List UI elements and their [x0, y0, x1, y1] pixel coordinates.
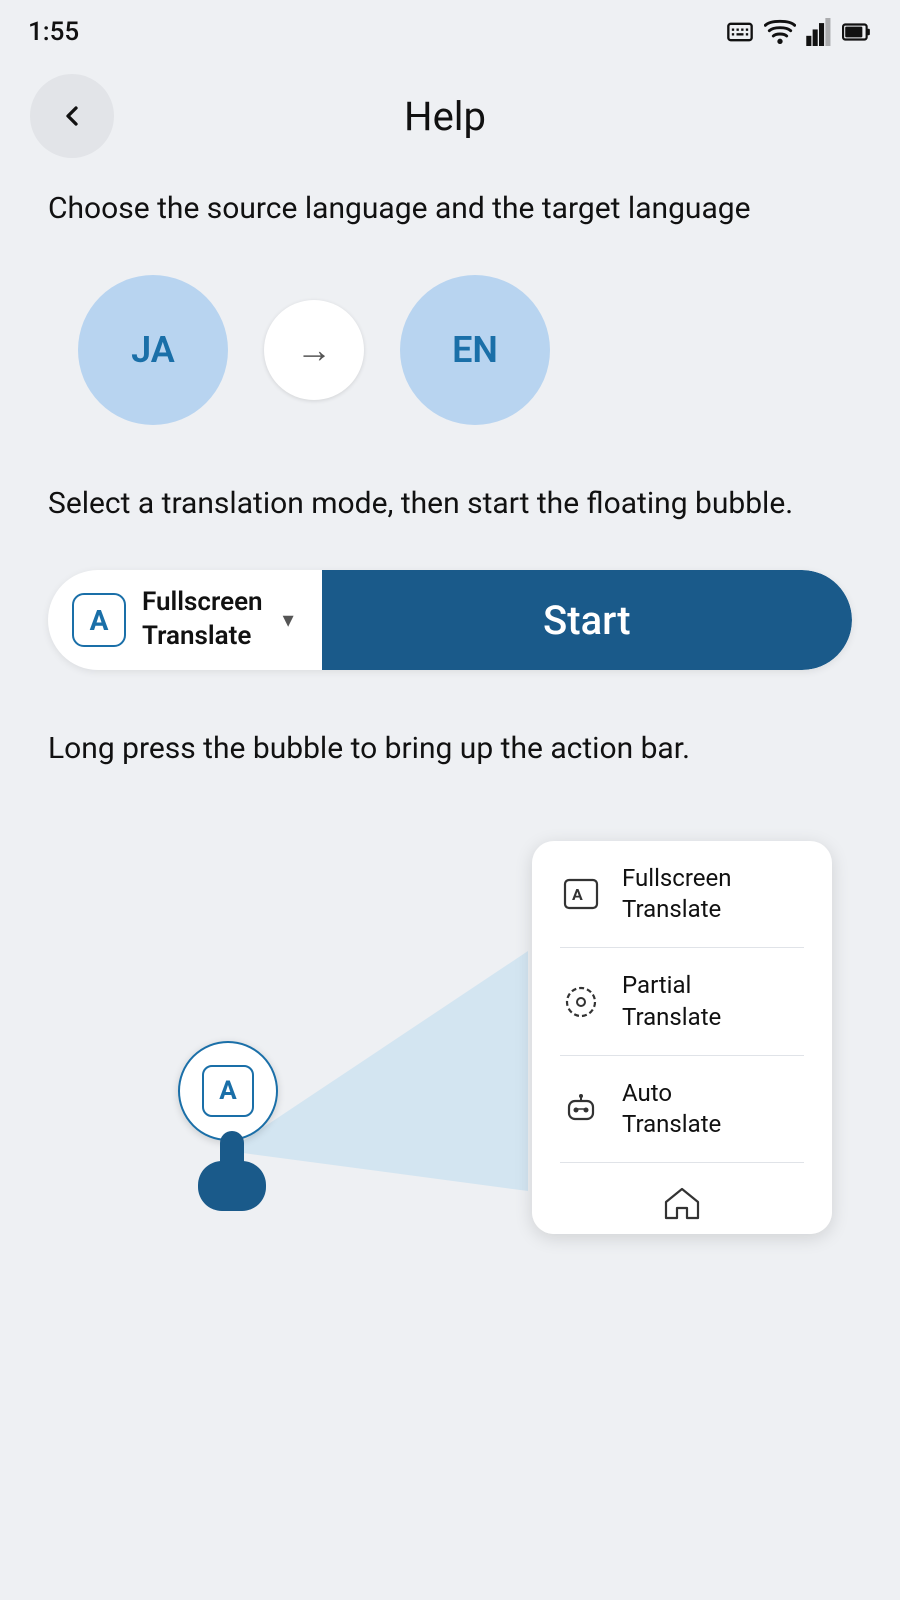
target-language-circle[interactable]: EN	[400, 275, 550, 425]
bubble-button[interactable]: A	[178, 1041, 278, 1141]
start-button[interactable]: Start	[322, 570, 852, 670]
status-icons	[726, 18, 872, 46]
dropdown-arrow: ▾	[283, 608, 294, 633]
action-label-auto-1: Auto	[622, 1078, 721, 1109]
source-language-circle[interactable]: JA	[78, 275, 228, 425]
action-item-auto[interactable]: Auto Translate	[532, 1056, 832, 1162]
illustration-area: A A Fullscreen Tra	[48, 811, 852, 1291]
mode-label-1: Fullscreen	[142, 586, 263, 620]
partial-translate-icon	[560, 981, 602, 1023]
action-item-fullscreen[interactable]: A Fullscreen Translate	[532, 841, 832, 947]
keyboard-icon	[726, 18, 754, 46]
fullscreen-translate-icon: A	[560, 873, 602, 915]
auto-translate-icon	[560, 1088, 602, 1130]
page-title: Help	[114, 93, 776, 140]
action-label-fullscreen-2: Translate	[622, 894, 731, 925]
mode-label-2: Translate	[142, 620, 263, 654]
home-icon-wrap	[663, 1186, 701, 1220]
action-menu-card: A Fullscreen Translate Part	[532, 841, 832, 1234]
mode-label-group: Fullscreen Translate	[142, 586, 263, 654]
signal-icon	[806, 18, 832, 46]
mode-icon: A	[72, 593, 126, 647]
instruction-2: Select a translation mode, then start th…	[48, 481, 852, 526]
home-icon	[663, 1186, 701, 1220]
home-indicator	[532, 1178, 832, 1234]
partial-translate-label: Partial Translate	[622, 970, 721, 1032]
instruction-1: Choose the source language and the targe…	[48, 186, 852, 231]
language-arrow: →	[264, 300, 364, 400]
action-label-fullscreen-1: Fullscreen	[622, 863, 731, 894]
mode-start-row: A Fullscreen Translate ▾ Start	[48, 570, 852, 670]
touch-icon	[196, 1131, 268, 1239]
instruction-3: Long press the bubble to bring up the ac…	[48, 726, 852, 771]
fullscreen-translate-label: Fullscreen Translate	[622, 863, 731, 925]
battery-icon	[842, 18, 872, 46]
action-item-partial[interactable]: Partial Translate	[532, 948, 832, 1054]
action-label-auto-2: Translate	[622, 1109, 721, 1140]
bubble-a-icon: A	[202, 1065, 254, 1117]
status-time: 1:55	[28, 17, 79, 47]
svg-text:A: A	[572, 885, 583, 904]
status-bar: 1:55	[0, 0, 900, 56]
wifi-icon	[764, 18, 796, 46]
action-label-partial-1: Partial	[622, 970, 721, 1001]
action-label-partial-2: Translate	[622, 1002, 721, 1033]
back-button[interactable]	[30, 74, 114, 158]
language-selector-row: JA → EN	[48, 275, 852, 425]
header: Help	[0, 56, 900, 176]
auto-translate-label: Auto Translate	[622, 1078, 721, 1140]
mode-selector[interactable]: A Fullscreen Translate ▾	[48, 586, 322, 654]
main-content: Choose the source language and the targe…	[0, 176, 900, 1331]
